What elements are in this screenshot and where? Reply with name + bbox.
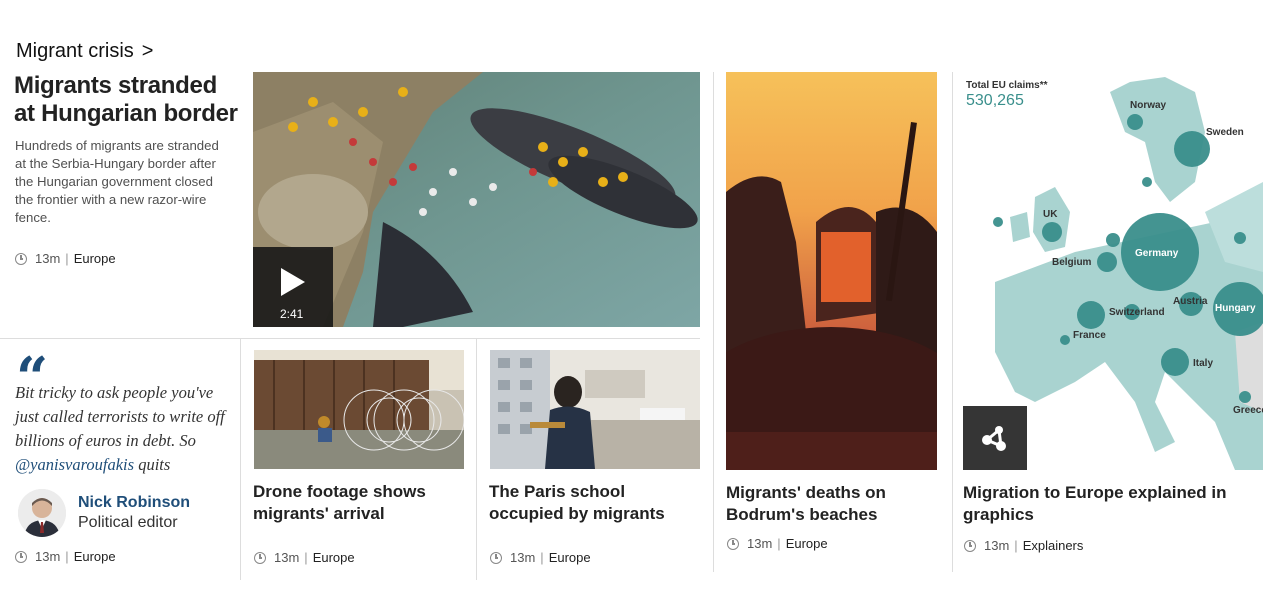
- topic-tag[interactable]: Europe: [313, 550, 355, 565]
- topic-tag[interactable]: Europe: [786, 536, 828, 551]
- lead-story-title[interactable]: Migrants stranded at Hungarian border: [14, 72, 244, 128]
- section-link-migrant-crisis[interactable]: Migrant crisis >: [16, 40, 153, 63]
- timestamp: 13m: [274, 550, 300, 565]
- card-meta: 13m | Europe: [254, 550, 355, 565]
- column-divider: [240, 338, 241, 580]
- row-divider: [0, 338, 700, 339]
- clock-icon: [964, 539, 976, 552]
- drone-footage-image[interactable]: [254, 350, 464, 469]
- map-label-switzerland: Switzerland: [1109, 307, 1165, 318]
- author-avatar: [18, 489, 66, 537]
- claims-value: 530,265: [966, 92, 1024, 109]
- meta-separator: |: [304, 550, 308, 565]
- twitter-handle[interactable]: @yanisvaroufakis: [15, 455, 134, 474]
- card-title-migration-graphics[interactable]: Migration to Europe explained in graphic…: [963, 482, 1243, 526]
- lead-story-meta: 13m | Europe: [15, 251, 116, 266]
- meta-separator: |: [65, 549, 69, 564]
- section-label[interactable]: Migrant crisis: [16, 40, 134, 63]
- meta-separator: |: [777, 536, 781, 551]
- paris-school-photo: [490, 350, 700, 469]
- meta-separator: |: [65, 251, 69, 266]
- map-label-austria: Austria: [1173, 296, 1208, 307]
- map-label-norway: Norway: [1130, 100, 1167, 111]
- topic-tag[interactable]: Europe: [74, 251, 116, 266]
- quote-text[interactable]: Bit tricky to ask people you've just cal…: [15, 381, 240, 477]
- migration-map-graphic[interactable]: Total EU claims** 530,265 Norway Sweden …: [955, 72, 1263, 470]
- play-icon: [281, 268, 305, 296]
- column-divider: [476, 338, 477, 580]
- card-meta: 13m | Europe: [490, 550, 591, 565]
- column-divider: [713, 72, 714, 572]
- timestamp: 13m: [510, 550, 536, 565]
- claims-label: Total EU claims**: [966, 80, 1048, 91]
- bodrum-photo: [726, 72, 937, 470]
- author-role: Political editor: [78, 514, 178, 531]
- map-label-uk: UK: [1043, 209, 1058, 220]
- clock-icon: [727, 537, 739, 550]
- video-duration: 2:41: [280, 307, 304, 321]
- topic-tag[interactable]: Explainers: [1023, 538, 1084, 553]
- card-title-drone-footage[interactable]: Drone footage shows migrants' arrival: [253, 481, 463, 525]
- quote-meta: 13m | Europe: [15, 549, 116, 564]
- clock-icon: [15, 550, 27, 563]
- play-button[interactable]: 2:41: [253, 247, 333, 327]
- clock-icon: [490, 551, 502, 564]
- chevron-right-icon: >: [141, 40, 154, 62]
- drone-footage-photo: [254, 350, 464, 469]
- meta-separator: |: [540, 550, 544, 565]
- avatar[interactable]: [18, 489, 66, 537]
- map-label-france: France: [1073, 330, 1106, 341]
- quote-text-start: Bit tricky to ask people you've just cal…: [15, 383, 225, 450]
- share-graphic-icon: [982, 426, 1006, 451]
- card-title-paris-school[interactable]: The Paris school occupied by migrants: [489, 481, 699, 525]
- bodrum-image[interactable]: [726, 72, 937, 470]
- card-meta: 13m | Explainers: [964, 538, 1083, 553]
- map-label-hungary: Hungary: [1215, 303, 1256, 314]
- timestamp: 13m: [35, 549, 61, 564]
- lead-video-thumbnail[interactable]: 2:41: [253, 72, 700, 327]
- meta-separator: |: [1014, 538, 1018, 553]
- clock-icon: [254, 551, 266, 564]
- card-meta: 13m | Europe: [727, 536, 828, 551]
- map-label-sweden: Sweden: [1206, 127, 1244, 138]
- topic-tag[interactable]: Europe: [74, 549, 116, 564]
- clock-icon: [15, 252, 27, 265]
- map-label-germany: Germany: [1135, 248, 1179, 259]
- graphic-button[interactable]: [963, 406, 1027, 470]
- map-label-greece: Greece: [1233, 405, 1263, 416]
- card-title-bodrum[interactable]: Migrants' deaths on Bodrum's beaches: [726, 482, 936, 526]
- timestamp: 13m: [984, 538, 1010, 553]
- map-label-belgium: Belgium: [1052, 257, 1092, 268]
- timestamp: 13m: [747, 536, 773, 551]
- column-divider: [952, 72, 953, 572]
- topic-tag[interactable]: Europe: [549, 550, 591, 565]
- author-name[interactable]: Nick Robinson: [78, 494, 190, 512]
- timestamp: 13m: [35, 251, 61, 266]
- quote-text-end: quits: [134, 455, 171, 474]
- paris-school-image[interactable]: [490, 350, 700, 469]
- map-label-italy: Italy: [1193, 358, 1214, 369]
- lead-story-summary: Hundreds of migrants are stranded at the…: [15, 138, 219, 225]
